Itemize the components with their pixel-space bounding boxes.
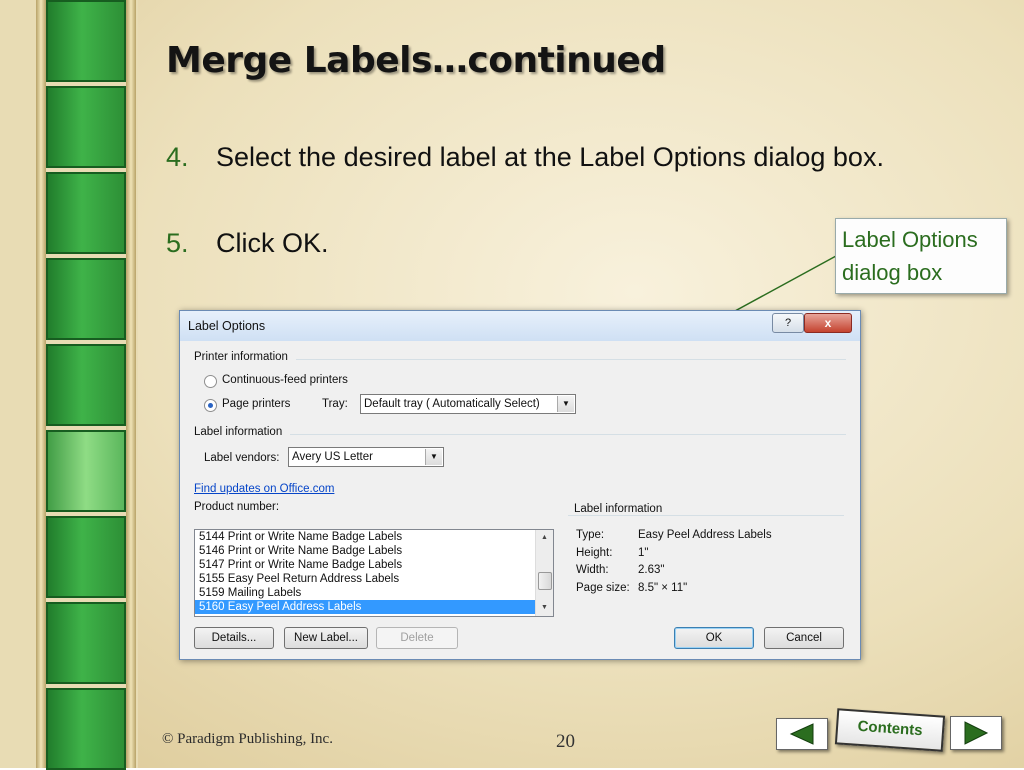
info-height-value: 1" xyxy=(638,547,649,559)
chevron-down-icon[interactable]: ▼ xyxy=(557,396,574,412)
product-number-label: Product number: xyxy=(194,501,280,513)
label-info-panel: Label information Type: Easy Peel Addres… xyxy=(568,503,844,619)
printer-info-heading: Printer information xyxy=(194,351,288,363)
list-scrollbar[interactable]: ▲ ▼ xyxy=(535,530,553,616)
tray-value: Default tray ( Automatically Select) xyxy=(364,398,540,410)
info-panel-heading: Label information xyxy=(574,503,663,515)
continuous-feed-label[interactable]: Continuous-feed printers xyxy=(222,374,348,386)
divider xyxy=(568,515,844,516)
label-options-dialog: Label Options ? x Printer information Co… xyxy=(179,310,861,660)
dialog-title: Label Options xyxy=(188,319,266,333)
list-item[interactable]: 5146 Print or Write Name Badge Labels xyxy=(195,544,539,558)
contents-button[interactable]: Contents xyxy=(834,708,946,752)
page-number: 20 xyxy=(556,731,575,752)
info-page-size-label: Page size: xyxy=(576,582,630,594)
info-page-size-value: 8.5" × 11" xyxy=(638,582,688,594)
info-height-label: Height: xyxy=(576,547,613,559)
close-button[interactable]: x xyxy=(804,313,852,333)
callout-line: Label Options xyxy=(842,227,978,252)
chevron-down-icon[interactable]: ▼ xyxy=(425,449,442,465)
page-printers-radio[interactable] xyxy=(204,399,217,412)
list-item[interactable]: 5144 Print or Write Name Badge Labels xyxy=(195,530,539,544)
cancel-button[interactable]: Cancel xyxy=(764,627,844,649)
new-label-button[interactable]: New Label... xyxy=(284,627,368,649)
tray-label: Tray: xyxy=(322,398,348,410)
list-item[interactable]: 5147 Print or Write Name Badge Labels xyxy=(195,558,539,572)
back-button[interactable] xyxy=(776,718,828,750)
triangle-right-icon xyxy=(964,721,989,745)
list-item[interactable]: 5155 Easy Peel Return Address Labels xyxy=(195,572,539,586)
page-printers-label[interactable]: Page printers xyxy=(222,398,290,410)
product-number-list[interactable]: 5144 Print or Write Name Badge Labels 51… xyxy=(194,529,554,617)
tray-select[interactable]: Default tray ( Automatically Select) ▼ xyxy=(360,394,576,414)
details-button[interactable]: Details... xyxy=(194,627,274,649)
label-vendors-value: Avery US Letter xyxy=(292,451,373,463)
list-item-selected[interactable]: 5160 Easy Peel Address Labels xyxy=(195,600,539,614)
callout-box: Label Options dialog box xyxy=(835,218,1007,294)
delete-button[interactable]: Delete xyxy=(376,627,458,649)
info-width-label: Width: xyxy=(576,564,609,576)
label-vendors-label: Label vendors: xyxy=(204,452,280,464)
label-vendors-select[interactable]: Avery US Letter ▼ xyxy=(288,447,444,467)
dialog-body: Printer information Continuous-feed prin… xyxy=(186,341,854,653)
continuous-feed-radio[interactable] xyxy=(204,375,217,388)
info-type-value: Easy Peel Address Labels xyxy=(638,529,772,541)
divider xyxy=(296,359,846,360)
info-width-value: 2.63" xyxy=(638,564,665,576)
dialog-titlebar: Label Options ? x xyxy=(180,311,860,341)
info-type-label: Type: xyxy=(576,529,605,541)
divider xyxy=(290,434,846,435)
triangle-left-icon xyxy=(789,723,814,745)
label-info-heading: Label information xyxy=(194,426,283,438)
ok-button[interactable]: OK xyxy=(674,627,754,649)
help-button[interactable]: ? xyxy=(772,313,804,333)
list-item[interactable]: 5159 Mailing Labels xyxy=(195,586,539,600)
forward-button[interactable] xyxy=(950,716,1002,750)
scroll-thumb[interactable] xyxy=(538,572,552,590)
footer-copyright: © Paradigm Publishing, Inc. xyxy=(162,731,333,747)
callout-line: dialog box xyxy=(842,260,943,285)
scroll-down-icon[interactable]: ▼ xyxy=(536,600,553,616)
find-updates-link[interactable]: Find updates on Office.com xyxy=(194,483,334,495)
scroll-up-icon[interactable]: ▲ xyxy=(536,530,553,546)
